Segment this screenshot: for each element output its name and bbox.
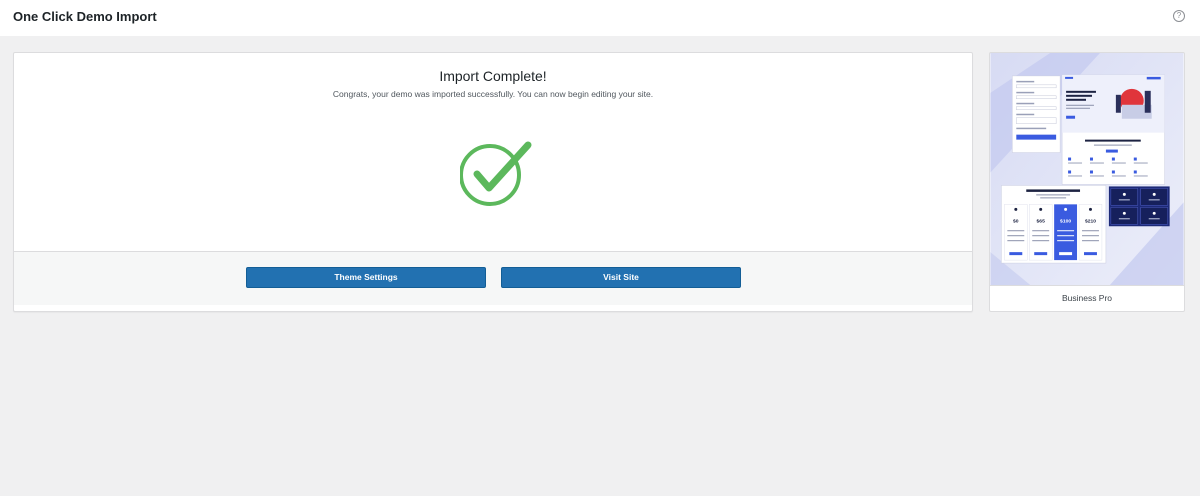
preview-price-1: $0 xyxy=(1013,218,1019,224)
check-circle-icon xyxy=(460,141,532,206)
theme-settings-button[interactable]: Theme Settings xyxy=(246,267,486,288)
page-title: One Click Demo Import xyxy=(13,9,157,24)
demo-card[interactable]: $0 $65 $100 $210 Business Pro xyxy=(989,52,1185,312)
top-bar: One Click Demo Import ? xyxy=(0,0,1200,36)
preview-price-4: $210 xyxy=(1085,218,1096,224)
preview-price-3: $100 xyxy=(1060,218,1071,224)
import-result-card: Import Complete! Congrats, your demo was… xyxy=(13,52,973,312)
demo-name: Business Pro xyxy=(1061,293,1113,303)
import-heading: Import Complete! xyxy=(439,68,547,84)
preview-price-2: $65 xyxy=(1037,218,1046,224)
actions-bar: Theme Settings Visit Site xyxy=(14,251,972,305)
import-message: Congrats, your demo was imported success… xyxy=(332,89,654,99)
demo-preview-image: $0 $65 $100 $210 xyxy=(990,53,1184,286)
visit-site-button[interactable]: Visit Site xyxy=(501,267,741,288)
help-icon[interactable]: ? xyxy=(1173,10,1185,22)
